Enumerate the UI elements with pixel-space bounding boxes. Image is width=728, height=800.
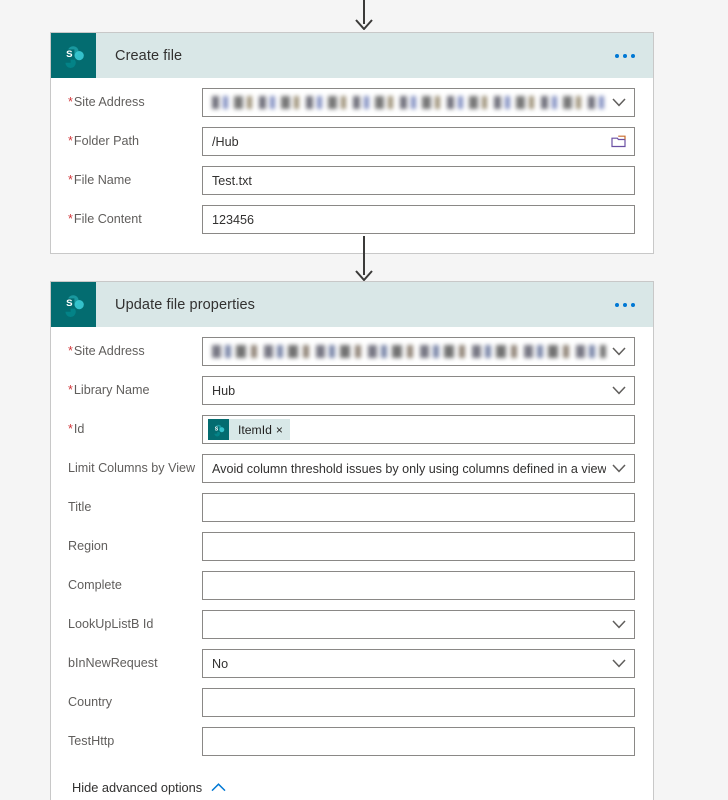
sharepoint-icon: S	[51, 33, 96, 78]
id-input[interactable]: S ItemId ×	[202, 415, 635, 444]
library-name-dropdown[interactable]: Hub	[202, 376, 635, 405]
field-row-lookuplistb-id: LookUpListB Id	[51, 610, 653, 644]
field-label: TestHttp	[68, 734, 115, 748]
field-label: *File Name	[68, 173, 132, 187]
site-address-dropdown[interactable]	[202, 88, 635, 117]
limit-columns-by-view-dropdown[interactable]: Avoid column threshold issues by only us…	[202, 454, 635, 483]
field-label: Complete	[68, 578, 122, 592]
field-row-id: *Id S ItemId ×	[51, 415, 653, 449]
card-body: *Site Address *Folder Path /Hub *File Na…	[51, 78, 653, 239]
field-row-library-name: *Library Name Hub	[51, 376, 653, 410]
flow-designer-canvas: S Create file *Site Address *Folder Path…	[0, 0, 728, 800]
required-asterisk: *	[68, 212, 73, 226]
field-row-file-content: *File Content 123456	[51, 205, 653, 239]
field-row-file-name: *File Name Test.txt	[51, 166, 653, 200]
card-header[interactable]: S Create file	[51, 33, 653, 78]
chevron-down-icon[interactable]	[612, 659, 626, 668]
field-label: *Library Name	[68, 383, 150, 397]
sharepoint-icon: S	[208, 419, 229, 440]
chevron-up-icon[interactable]	[211, 783, 226, 792]
chevron-down-icon[interactable]	[612, 464, 626, 473]
field-label: bInNewRequest	[68, 656, 158, 670]
connector-arrow-top	[0, 0, 728, 30]
field-row-limit-columns-by-view: Limit Columns by View Avoid column thres…	[51, 454, 653, 488]
chevron-down-icon[interactable]	[612, 98, 626, 107]
hide-advanced-options-label: Hide advanced options	[72, 780, 203, 795]
card-body: *Site Address *Library Name Hub *Id S It…	[51, 327, 653, 800]
field-value: Avoid column threshold issues by only us…	[212, 461, 606, 476]
field-label: *Folder Path	[68, 134, 140, 148]
svg-text:S: S	[66, 49, 73, 60]
card-header[interactable]: S Update file properties	[51, 282, 653, 327]
field-label: Title	[68, 500, 92, 514]
field-row-binnewrequest: bInNewRequest No	[51, 649, 653, 683]
field-value: Test.txt	[212, 173, 252, 188]
required-asterisk: *	[68, 134, 73, 148]
action-card-update-file-properties[interactable]: S Update file properties *Site Address *…	[50, 281, 654, 800]
required-asterisk: *	[68, 95, 73, 109]
required-asterisk: *	[68, 422, 73, 436]
file-content-input[interactable]: 123456	[202, 205, 635, 234]
token-label: ItemId	[238, 422, 272, 437]
field-row-site-address: *Site Address	[51, 337, 653, 371]
required-asterisk: *	[68, 383, 73, 397]
field-value: 123456	[212, 212, 255, 227]
field-value: /Hub	[212, 134, 239, 149]
field-row-title: Title	[51, 493, 653, 527]
lookuplistb-id-dropdown[interactable]	[202, 610, 635, 639]
field-row-folder-path: *Folder Path /Hub	[51, 127, 653, 161]
field-row-country: Country	[51, 688, 653, 722]
required-asterisk: *	[68, 173, 73, 187]
field-label: Limit Columns by View	[68, 461, 196, 475]
field-label: Country	[68, 695, 113, 709]
folder-picker-icon[interactable]	[611, 135, 626, 148]
chevron-down-icon[interactable]	[612, 386, 626, 395]
field-label: *Site Address	[68, 344, 145, 358]
testhttp-input[interactable]	[202, 727, 635, 756]
svg-text:S: S	[66, 298, 73, 309]
folder-path-input[interactable]: /Hub	[202, 127, 635, 156]
card-title: Create file	[115, 47, 183, 64]
file-name-input[interactable]: Test.txt	[202, 166, 635, 195]
redacted-value	[212, 96, 606, 109]
required-asterisk: *	[68, 344, 73, 358]
field-value: No	[212, 656, 229, 671]
chevron-down-icon[interactable]	[612, 620, 626, 629]
field-label: *Site Address	[68, 95, 145, 109]
field-label: *File Content	[68, 212, 142, 226]
dynamic-content-token[interactable]: S ItemId ×	[208, 419, 290, 440]
field-row-complete: Complete	[51, 571, 653, 605]
token-remove-icon[interactable]: ×	[276, 424, 290, 436]
site-address-dropdown[interactable]	[202, 337, 635, 366]
chevron-down-icon[interactable]	[612, 347, 626, 356]
svg-text:S: S	[214, 426, 218, 432]
region-input[interactable]	[202, 532, 635, 561]
field-row-site-address: *Site Address	[51, 88, 653, 122]
complete-input[interactable]	[202, 571, 635, 600]
field-label: *Id	[68, 422, 85, 436]
binnewrequest-dropdown[interactable]: No	[202, 649, 635, 678]
field-label: Region	[68, 539, 108, 553]
field-row-testhttp: TestHttp	[51, 727, 653, 761]
redacted-value	[212, 345, 606, 358]
action-card-create-file[interactable]: S Create file *Site Address *Folder Path…	[50, 32, 654, 254]
field-value: Hub	[212, 383, 236, 398]
hide-advanced-options-button[interactable]: Hide advanced options	[51, 766, 653, 800]
card-title: Update file properties	[115, 296, 256, 313]
overflow-menu-icon[interactable]	[615, 53, 635, 58]
title-input[interactable]	[202, 493, 635, 522]
overflow-menu-icon[interactable]	[615, 302, 635, 307]
field-label: LookUpListB Id	[68, 617, 154, 631]
field-row-region: Region	[51, 532, 653, 566]
sharepoint-icon: S	[51, 282, 96, 327]
country-input[interactable]	[202, 688, 635, 717]
